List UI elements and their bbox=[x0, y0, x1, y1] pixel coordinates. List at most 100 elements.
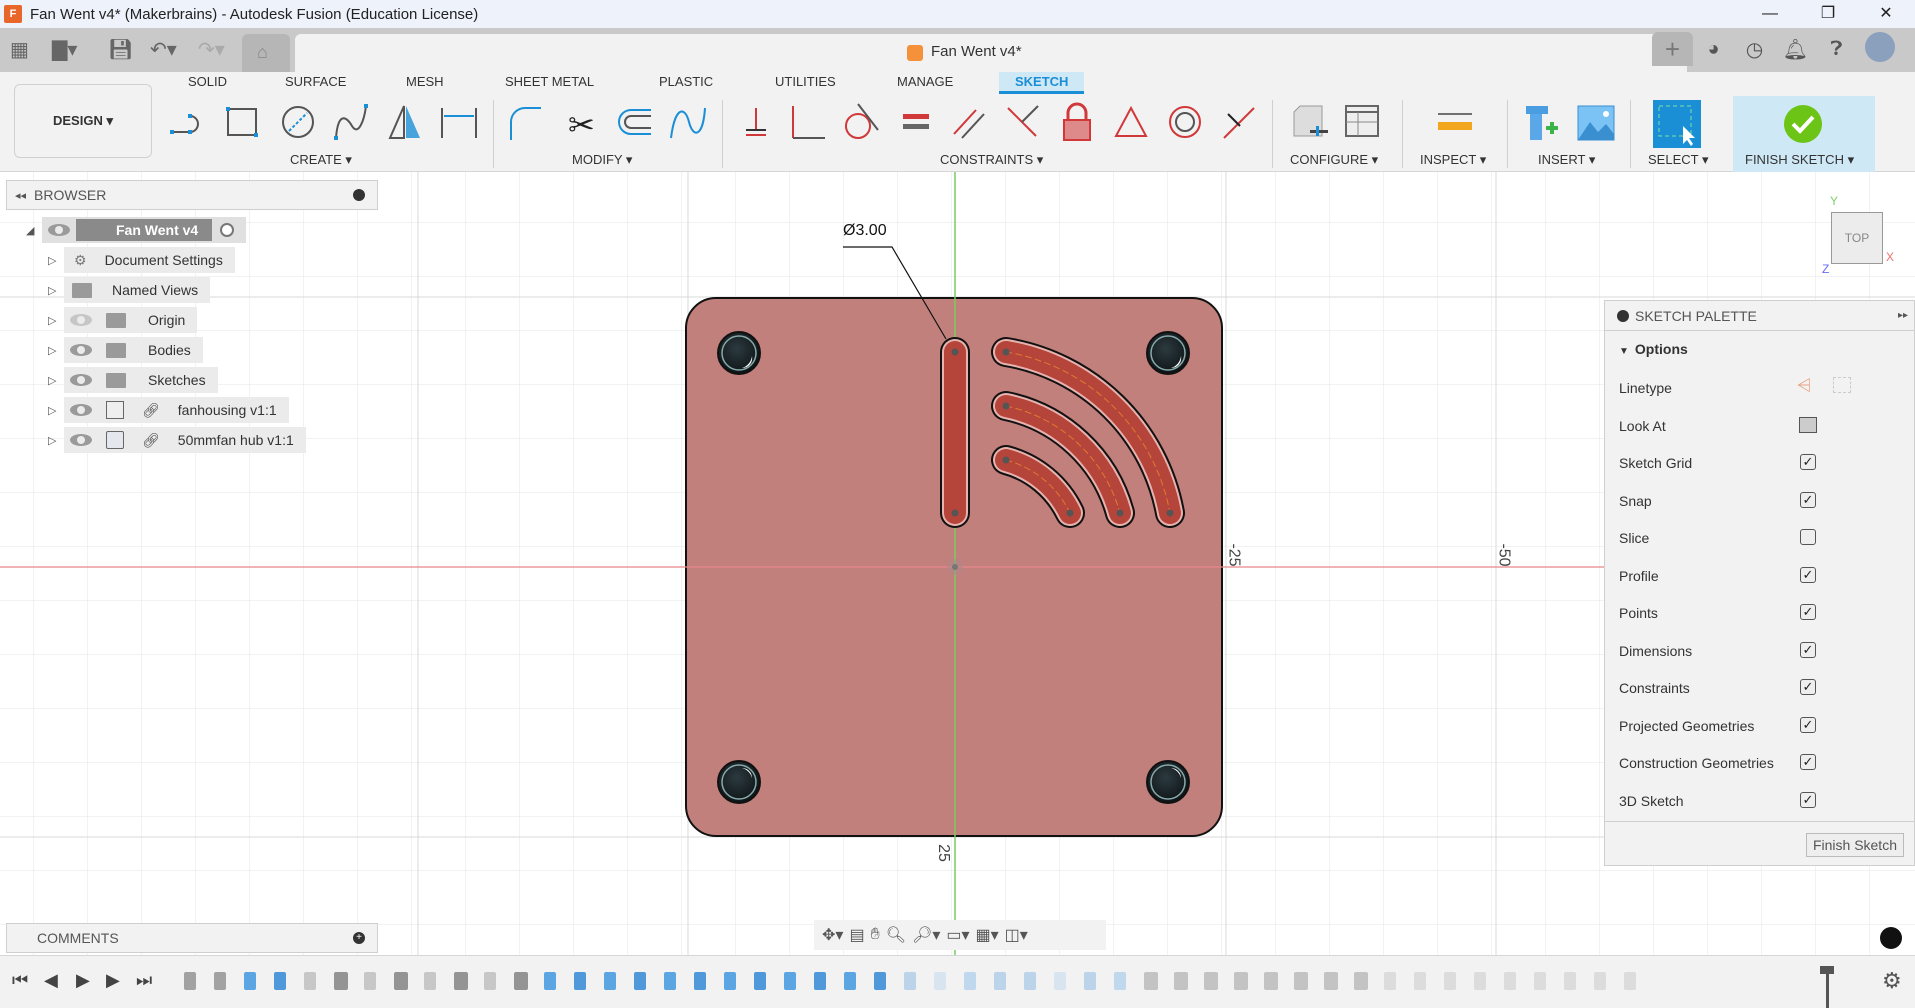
workspace-switcher[interactable]: DESIGN ▾ bbox=[14, 84, 152, 158]
visibility-eye-icon[interactable] bbox=[48, 224, 70, 236]
configure-box-icon[interactable] bbox=[1288, 102, 1330, 142]
fit-zoom-icon[interactable]: 🔎︎▾ bbox=[912, 925, 940, 945]
timeline-feature-icon[interactable] bbox=[514, 972, 528, 990]
job-status-icon[interactable]: ◷ bbox=[1734, 32, 1775, 66]
perpendicular-constraint-icon[interactable] bbox=[787, 102, 829, 142]
construction-geometries-checkbox[interactable]: ✓ bbox=[1800, 754, 1816, 770]
timeline-feature-icon[interactable] bbox=[1504, 972, 1516, 990]
dimensions-checkbox[interactable]: ✓ bbox=[1800, 642, 1816, 658]
circle-tool-icon[interactable] bbox=[277, 102, 319, 142]
measure-ruler-icon[interactable] bbox=[1434, 102, 1476, 142]
minimize-button[interactable]: — bbox=[1741, 0, 1799, 28]
timeline-feature-icon[interactable] bbox=[1624, 972, 1636, 990]
activate-radio-icon[interactable] bbox=[220, 223, 235, 237]
triangle-constraint-icon[interactable] bbox=[1110, 102, 1152, 142]
look-at-icon[interactable]: ▤ bbox=[849, 925, 864, 945]
projected-geometries-checkbox[interactable]: ✓ bbox=[1800, 717, 1816, 733]
timeline-feature-icon[interactable] bbox=[1594, 972, 1606, 990]
file-menu-icon[interactable]: ▇▾ bbox=[52, 37, 77, 62]
expand-icon[interactable]: ▷ bbox=[48, 284, 64, 297]
insert-canvas-image-icon[interactable] bbox=[1576, 102, 1618, 142]
lock-constraint-icon[interactable] bbox=[1056, 102, 1098, 142]
timeline-feature-icon[interactable] bbox=[1474, 972, 1486, 990]
tab-sheet-metal[interactable]: SHEET METAL bbox=[505, 74, 594, 89]
viewcube-face-top[interactable]: TOP bbox=[1845, 231, 1869, 245]
browser-item-50mmfan-hub[interactable]: ▷ 🔗︎ 50mmfan hub v1:1 bbox=[48, 427, 306, 453]
browser-item-bodies[interactable]: ▷ Bodies bbox=[48, 337, 203, 363]
construction-linetype-icon[interactable]: ⩤ bbox=[1797, 375, 1811, 396]
add-comment-icon[interactable]: + bbox=[353, 932, 365, 944]
equal-constraint-icon[interactable] bbox=[895, 102, 937, 142]
timeline-feature-icon[interactable] bbox=[634, 972, 646, 990]
fillet-tool-icon[interactable] bbox=[505, 102, 547, 142]
configure-menu[interactable]: CONFIGURE ▾ bbox=[1290, 152, 1378, 168]
finish-sketch-button[interactable]: FINISH SKETCH ▾ bbox=[1733, 96, 1875, 172]
timeline-feature-icon[interactable] bbox=[424, 972, 436, 990]
expand-icon[interactable]: ▷ bbox=[48, 404, 64, 417]
timeline-feature-icon[interactable] bbox=[1054, 972, 1066, 990]
browser-root-row[interactable]: ◢ Fan Went v4 bbox=[26, 217, 247, 243]
expand-icon[interactable]: ▷ bbox=[48, 374, 64, 387]
coincident-constraint-icon[interactable] bbox=[1002, 102, 1044, 142]
timeline-feature-icon[interactable] bbox=[1024, 972, 1036, 990]
timeline-feature-icon[interactable] bbox=[874, 972, 886, 990]
timeline-feature-icon[interactable] bbox=[694, 972, 706, 990]
browser-item-origin[interactable]: ▷ Origin bbox=[48, 307, 198, 333]
tab-sketch[interactable]: SKETCH bbox=[999, 72, 1085, 94]
viewports-icon[interactable]: ◫▾ bbox=[1005, 925, 1028, 945]
timeline-feature-icon[interactable] bbox=[334, 972, 348, 990]
timeline-feature-icon[interactable] bbox=[364, 972, 376, 990]
notifications-bell-icon[interactable]: 🔔︎ bbox=[1775, 32, 1816, 66]
timeline-feature-icon[interactable] bbox=[304, 972, 316, 990]
document-tab[interactable]: Fan Went v4* ✕ bbox=[295, 34, 1687, 72]
timeline-feature-icon[interactable] bbox=[1114, 972, 1126, 990]
rectangle-tool-icon[interactable] bbox=[222, 102, 264, 142]
palette-collapse-icon[interactable] bbox=[1617, 309, 1629, 322]
dimension-tool-icon[interactable] bbox=[438, 102, 480, 142]
constraints-menu[interactable]: CONSTRAINTS ▾ bbox=[940, 152, 1043, 168]
pan-hand-icon[interactable]: ✋︎ bbox=[871, 926, 880, 944]
undo-icon[interactable]: ↶▾ bbox=[150, 37, 177, 62]
inspect-menu[interactable]: INSPECT ▾ bbox=[1420, 152, 1486, 168]
options-section-toggle[interactable]: ▼ Options bbox=[1619, 341, 1688, 357]
extensions-icon[interactable]: ◕ bbox=[1693, 32, 1734, 66]
zoom-icon[interactable]: 🔍︎ bbox=[886, 925, 906, 945]
visibility-eye-icon[interactable] bbox=[70, 344, 92, 356]
close-window-button[interactable]: ✕ bbox=[1857, 0, 1915, 28]
timeline-feature-icon[interactable] bbox=[1174, 972, 1188, 990]
timeline-feature-icon[interactable] bbox=[784, 972, 796, 990]
hidden-eye-icon[interactable] bbox=[70, 314, 92, 326]
timeline-last-button[interactable]: ⏭ bbox=[136, 970, 152, 991]
timeline-feature-icon[interactable] bbox=[664, 972, 676, 990]
expand-icon[interactable]: ▷ bbox=[48, 344, 64, 357]
help-icon[interactable]: ❓︎ bbox=[1816, 32, 1857, 66]
line-tool-icon[interactable] bbox=[168, 102, 210, 142]
configure-table-icon[interactable] bbox=[1342, 102, 1384, 142]
browser-minimize-icon[interactable] bbox=[353, 189, 365, 201]
3d-sketch-checkbox[interactable]: ✓ bbox=[1800, 792, 1816, 808]
insert-menu[interactable]: INSERT ▾ bbox=[1538, 152, 1595, 168]
timeline-prev-button[interactable]: ◀ bbox=[44, 970, 58, 991]
concentric-constraint-icon[interactable] bbox=[1164, 102, 1206, 142]
timeline-feature-icon[interactable] bbox=[1204, 972, 1218, 990]
timeline-feature-icon[interactable] bbox=[604, 972, 616, 990]
mirror-tool-icon[interactable] bbox=[384, 102, 426, 142]
timeline-feature-icon[interactable] bbox=[1144, 972, 1158, 990]
timeline-feature-icon[interactable] bbox=[1414, 972, 1426, 990]
sketch-status-icon[interactable] bbox=[1880, 927, 1902, 949]
tab-surface[interactable]: SURFACE bbox=[285, 74, 346, 89]
save-icon[interactable]: 💾︎ bbox=[108, 37, 133, 62]
tab-plastic[interactable]: PLASTIC bbox=[659, 74, 713, 89]
user-avatar[interactable] bbox=[1865, 32, 1895, 62]
palette-expand-icon[interactable]: ▸▸ bbox=[1898, 310, 1908, 321]
timeline-feature-icon[interactable] bbox=[1444, 972, 1456, 990]
timeline-feature-icon[interactable] bbox=[844, 972, 856, 990]
fix-constraint-icon[interactable] bbox=[736, 102, 778, 142]
visibility-eye-icon[interactable] bbox=[70, 434, 92, 446]
timeline-feature-icon[interactable] bbox=[184, 972, 196, 990]
insert-mcmaster-bolt-icon[interactable] bbox=[1522, 102, 1564, 142]
timeline-feature-icon[interactable] bbox=[1534, 972, 1546, 990]
palette-finish-sketch-button[interactable]: Finish Sketch bbox=[1805, 833, 1904, 857]
snap-checkbox[interactable]: ✓ bbox=[1800, 492, 1816, 508]
sketch-grid-checkbox[interactable]: ✓ bbox=[1800, 454, 1816, 470]
